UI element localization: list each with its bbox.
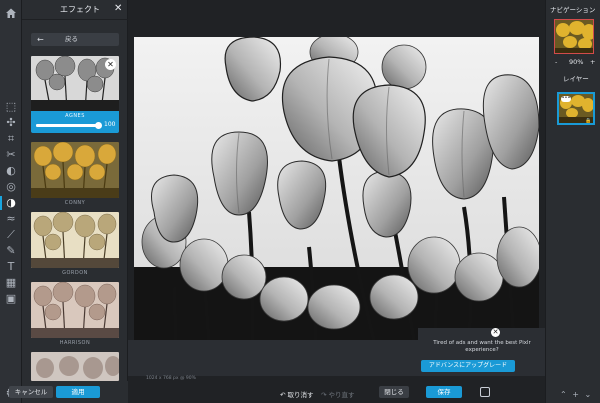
effect-thumb-harrison[interactable] — [31, 282, 119, 338]
effect-label-conny: CONNY — [64, 200, 86, 206]
effect-strength-panel: AGNES 100 — [31, 111, 119, 133]
text-icon[interactable]: T — [4, 260, 18, 274]
back-button[interactable]: ← 戻る — [31, 33, 119, 46]
crop-tool-icon[interactable]: ⌗ — [4, 132, 18, 146]
zoom-controls: - 90% + — [546, 58, 600, 68]
ad-close-icon[interactable]: ✕ — [491, 328, 500, 337]
ad-message: Tired of ads and want the best Pixlr exp… — [433, 340, 531, 353]
layer-actions: ⌃ + ⌄ — [560, 390, 594, 399]
zoom-level: 90% — [569, 58, 584, 66]
wave-icon[interactable]: ≈ — [4, 212, 18, 226]
redo-label: やり直す — [328, 391, 355, 399]
home-icon[interactable] — [4, 6, 18, 20]
close-button[interactable]: 閉じる — [379, 386, 409, 398]
effect-strength-slider[interactable] — [36, 122, 102, 129]
effects-panel-header: エフェクト ✕ — [22, 0, 128, 20]
redo-button[interactable]: ↷ やり直す — [321, 389, 355, 399]
brush-icon[interactable]: ⟋ — [4, 228, 18, 242]
crop-icon[interactable]: ⬚ — [4, 100, 18, 114]
effect-icon[interactable]: ◑ — [0, 196, 18, 210]
pencil-icon[interactable]: ✎ — [4, 244, 18, 258]
effect-thumb-next[interactable] — [31, 352, 119, 381]
active-effect-name: AGNES — [65, 113, 85, 119]
zoom-in-button[interactable]: + — [590, 58, 595, 66]
effects-panel: エフェクト ✕ ← 戻る ✕ AGNES 100 CONNY GORDON HA… — [22, 0, 128, 403]
chevron-down-icon[interactable]: ⌄ — [585, 390, 592, 399]
effects-panel-title: エフェクト — [60, 5, 100, 14]
scissors-icon[interactable]: ✂ — [4, 148, 18, 162]
zoom-out-button[interactable]: - — [555, 58, 557, 66]
effect-label-harrison: HARRISON — [59, 340, 91, 346]
photo-editor-app: ⬚ ✣ ⌗ ✂ ◐ ◎ ◑ ≈ ⟋ ✎ T ▦ ▣ ⚙ エフェクト ✕ ← 戻る — [0, 0, 600, 403]
layer-item[interactable]: ••• 🔒 — [557, 92, 595, 125]
effect-thumb-gordon[interactable] — [31, 212, 119, 268]
navigation-preview[interactable] — [554, 19, 594, 54]
close-icon[interactable]: ✕ — [114, 3, 122, 14]
arrow-left-icon: ← — [37, 35, 44, 44]
canvas-workspace: ✕ Tired of ads and want the best Pixlr e… — [128, 0, 545, 403]
redo-icon: ↷ — [321, 391, 329, 399]
pattern-icon[interactable]: ▦ — [4, 276, 18, 290]
effect-thumb-conny[interactable] — [31, 142, 119, 198]
canvas-status: 1024 x 768 px @ 90% — [146, 376, 196, 381]
save-button[interactable]: 保存 — [426, 386, 462, 398]
effect-strength-value: 100 — [104, 121, 116, 128]
adjust-icon[interactable]: ◐ — [4, 164, 18, 178]
remove-effect-icon[interactable]: ✕ — [105, 59, 116, 70]
move-icon[interactable]: ✣ — [4, 116, 18, 130]
cancel-button[interactable]: キャンセル — [9, 386, 53, 398]
upgrade-button[interactable]: アドバンスにアップグレード — [421, 360, 515, 372]
slider-handle[interactable] — [95, 122, 102, 129]
apply-button[interactable]: 適用 — [56, 386, 100, 398]
navigation-title: ナビゲーション — [550, 6, 596, 14]
left-toolbar: ⬚ ✣ ⌗ ✂ ◐ ◎ ◑ ≈ ⟋ ✎ T ▦ ▣ ⚙ — [0, 0, 22, 403]
exit-icon[interactable] — [480, 387, 490, 397]
effect-label-gordon: GORDON — [62, 270, 88, 276]
chevron-up-icon[interactable]: ⌃ — [560, 390, 567, 399]
filter-icon[interactable]: ◎ — [4, 180, 18, 194]
image-icon[interactable]: ▣ — [4, 292, 18, 306]
layers-title: レイヤー — [563, 75, 589, 83]
undo-icon: ↶ — [280, 391, 288, 399]
undo-button[interactable]: ↶ 取り消す — [280, 389, 314, 399]
layer-options-icon[interactable]: ••• — [561, 96, 571, 102]
lock-icon: 🔒 — [585, 118, 592, 124]
back-button-label: 戻る — [65, 35, 78, 43]
navigation-panel: ナビゲーション - 90% + レイヤー ••• 🔒 ⌃ + ⌄ — [545, 0, 600, 403]
slider-fill — [36, 124, 98, 127]
canvas-image[interactable] — [134, 37, 539, 341]
bottom-bar: ↶ 取り消す ↷ やり直す 閉じる 保存 — [128, 385, 545, 403]
undo-label: 取り消す — [287, 391, 314, 399]
add-layer-icon[interactable]: + — [572, 390, 579, 399]
